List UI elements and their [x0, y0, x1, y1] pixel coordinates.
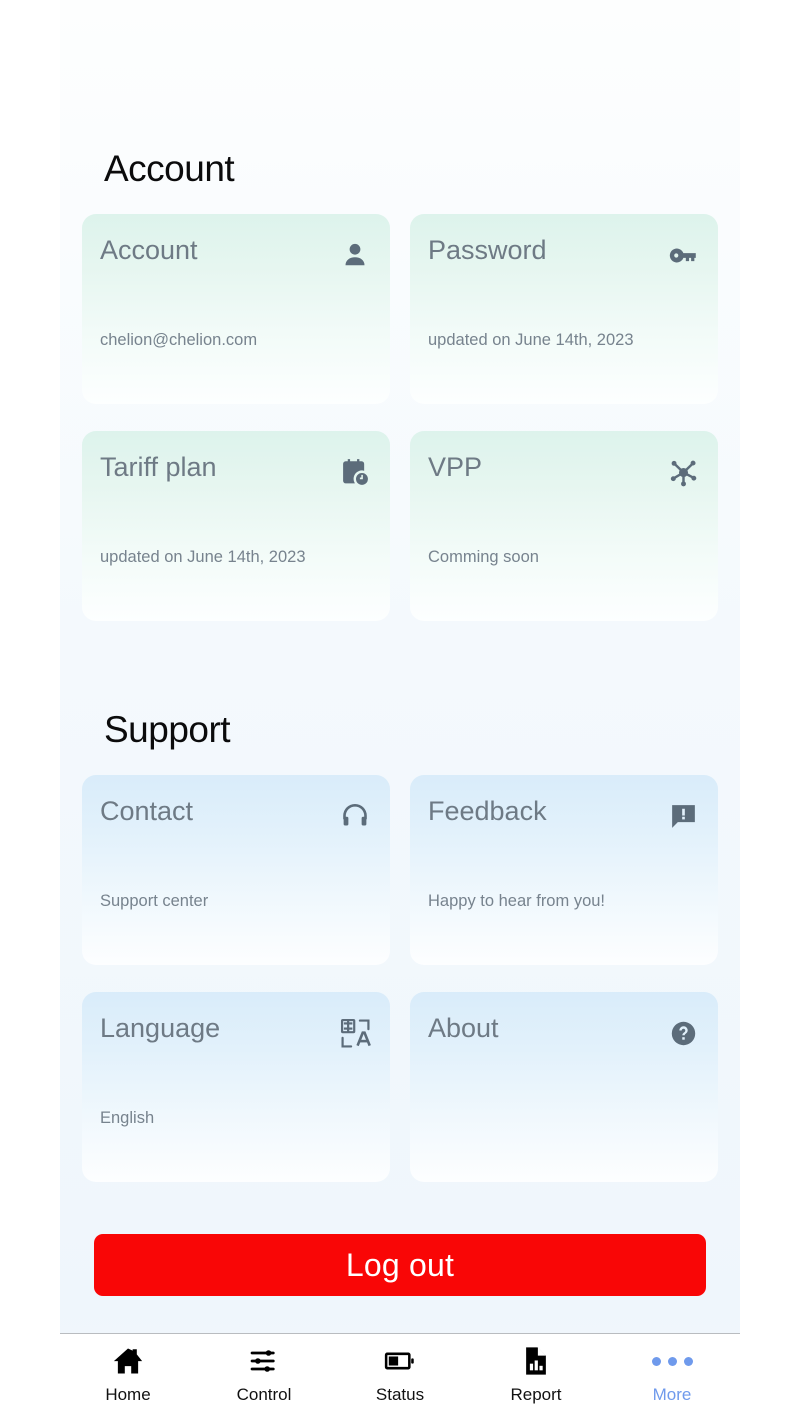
card-subtitle: English [100, 1109, 155, 1127]
nav-item-more[interactable]: More [604, 1344, 740, 1405]
card-language[interactable]: Language English [82, 992, 390, 1182]
settings-scroll-area[interactable]: Account Account chelion@chelion.com Pass… [60, 0, 740, 1333]
nav-item-report[interactable]: Report [468, 1344, 604, 1405]
nav-item-status[interactable]: Status [332, 1344, 468, 1405]
nav-item-control[interactable]: Control [196, 1344, 332, 1405]
nav-label: Status [375, 1385, 425, 1404]
nav-label: Home [105, 1385, 151, 1404]
key-icon [666, 238, 700, 272]
card-subtitle: updated on June 14th, 2023 [428, 331, 634, 349]
card-header: Tariff plan [100, 453, 372, 489]
calendar-clock-icon [338, 455, 372, 489]
card-title: Contact [100, 796, 194, 826]
nav-label: Report [510, 1385, 562, 1404]
card-title: About [428, 1013, 499, 1043]
card-about[interactable]: About [410, 992, 718, 1182]
support-card-grid: Contact Support center Feedback Happy to… [82, 775, 718, 1182]
dot [683, 1356, 693, 1366]
app-screen: Account Account chelion@chelion.com Pass… [60, 0, 740, 1422]
card-header: Language [100, 1014, 372, 1050]
card-header: VPP [428, 453, 700, 489]
card-contact[interactable]: Contact Support center [82, 775, 390, 965]
card-account[interactable]: Account chelion@chelion.com [82, 214, 390, 404]
card-subtitle: updated on June 14th, 2023 [100, 548, 306, 566]
card-title: Language [100, 1013, 221, 1043]
help-circle-icon [666, 1016, 700, 1050]
card-title: Account [100, 235, 198, 265]
card-title: Password [428, 235, 547, 265]
card-tariff-plan[interactable]: Tariff plan updated on June 14th, 2023 [82, 431, 390, 621]
card-header: About [428, 1014, 700, 1050]
network-hub-icon [666, 455, 700, 489]
nav-item-home[interactable]: Home [60, 1344, 196, 1405]
dot [667, 1356, 677, 1366]
battery-half-icon [384, 1344, 416, 1378]
card-password[interactable]: Password updated on June 14th, 2023 [410, 214, 718, 404]
logout-button[interactable]: Log out [94, 1234, 706, 1296]
card-header: Password [428, 236, 700, 272]
ellipsis-icon [651, 1344, 693, 1378]
translate-icon [338, 1016, 372, 1050]
card-subtitle: Support center [100, 892, 209, 910]
document-chart-icon [520, 1344, 552, 1378]
nav-label: More [652, 1385, 692, 1404]
card-subtitle: chelion@chelion.com [100, 331, 258, 349]
sliders-icon [248, 1344, 280, 1378]
bottom-navbar: Home Control Status Report More [60, 1334, 740, 1422]
card-feedback[interactable]: Feedback Happy to hear from you! [410, 775, 718, 965]
logout-section: Log out [82, 1182, 718, 1296]
section-title-account: Account [104, 148, 235, 189]
person-icon [338, 238, 372, 272]
account-card-grid: Account chelion@chelion.com Password upd… [82, 214, 718, 621]
card-title: Tariff plan [100, 452, 217, 482]
card-header: Account [100, 236, 372, 272]
card-subtitle: Happy to hear from you! [428, 892, 606, 910]
headset-icon [338, 799, 372, 833]
card-title: VPP [428, 452, 483, 482]
card-subtitle: Comming soon [428, 548, 539, 566]
nav-label: Control [236, 1385, 292, 1404]
home-icon [112, 1344, 144, 1378]
section-title-support: Support [104, 709, 231, 750]
card-vpp[interactable]: VPP Comming soon [410, 431, 718, 621]
card-header: Feedback [428, 797, 700, 833]
dot [651, 1356, 661, 1366]
card-title: Feedback [428, 796, 547, 826]
card-header: Contact [100, 797, 372, 833]
ellipsis-dots [651, 1356, 693, 1366]
feedback-icon [666, 799, 700, 833]
